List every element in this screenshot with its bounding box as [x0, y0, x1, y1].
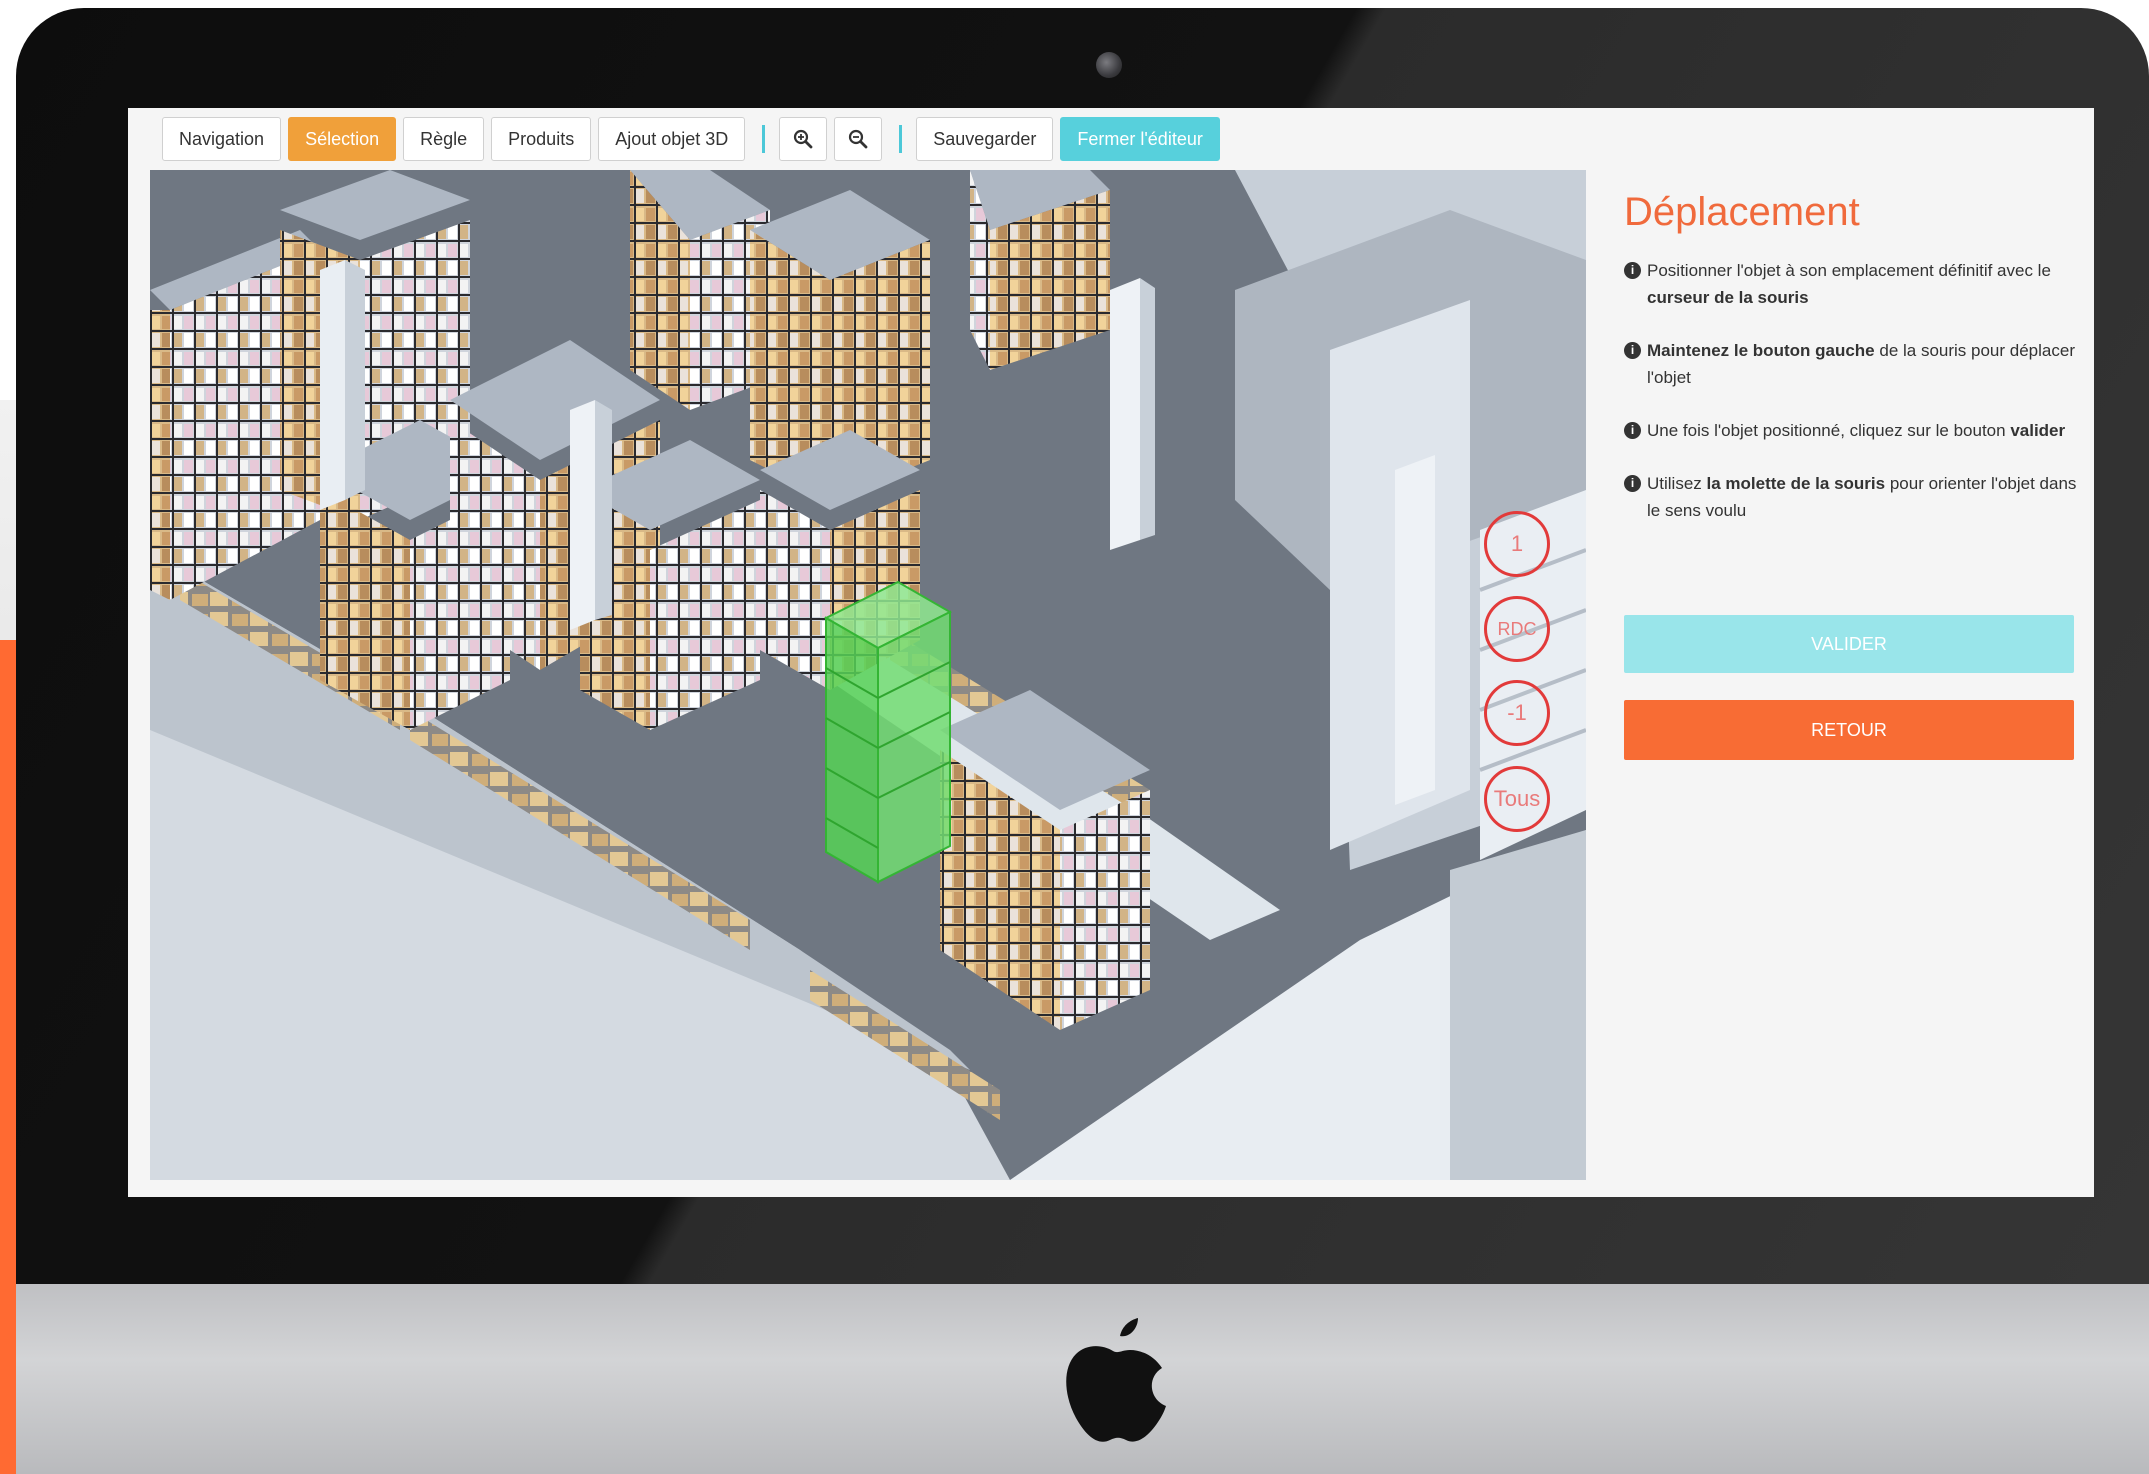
info-icon: i	[1624, 422, 1641, 439]
add-3d-object-button[interactable]: Ajout objet 3D	[598, 117, 746, 161]
zoom-in-button[interactable]	[779, 117, 828, 161]
tip-emphasis: la molette de la souris	[1706, 474, 1886, 493]
tip-item: i Maintenez le bouton gauche de la souri…	[1624, 337, 2084, 391]
tab-regle[interactable]: Règle	[403, 117, 485, 161]
panel-title: Déplacement	[1624, 190, 1860, 234]
level-button-minus-1[interactable]: -1	[1484, 680, 1550, 746]
instructions-panel: Déplacement i Positionner l'objet à son …	[1624, 190, 2084, 550]
tab-selection[interactable]: Sélection	[288, 117, 397, 161]
level-button-tous[interactable]: Tous	[1484, 766, 1550, 832]
tip-emphasis: valider	[2010, 421, 2066, 440]
imac-monitor: Navigation Sélection Règle Produits Ajou…	[16, 8, 2149, 1474]
toolbar-divider	[762, 125, 766, 153]
level-button-rdc[interactable]: RDC	[1484, 596, 1550, 662]
tab-produits[interactable]: Produits	[491, 117, 592, 161]
tip-text: Positionner l'objet à son emplacement dé…	[1647, 261, 2051, 280]
zoom-out-button[interactable]	[834, 117, 883, 161]
tab-navigation[interactable]: Navigation	[162, 117, 282, 161]
info-icon: i	[1624, 262, 1641, 279]
editor-toolbar: Navigation Sélection Règle Produits Ajou…	[162, 116, 1227, 162]
warehouse-3d-viewport[interactable]	[150, 170, 1586, 1180]
camera-icon	[1096, 52, 1122, 78]
info-icon: i	[1624, 342, 1641, 359]
tip-text: Une fois l'objet positionné, cliquez sur…	[1647, 421, 2006, 440]
editor-screen: Navigation Sélection Règle Produits Ajou…	[128, 108, 2094, 1197]
tip-item: i Positionner l'objet à son emplacement …	[1624, 257, 2084, 311]
save-button[interactable]: Sauvegarder	[916, 117, 1054, 161]
tip-item: i Une fois l'objet positionné, cliquez s…	[1624, 417, 2084, 444]
toolbar-divider	[899, 125, 903, 153]
zoom-out-icon	[849, 129, 868, 149]
info-icon: i	[1624, 475, 1641, 492]
tip-emphasis: curseur de la souris	[1647, 288, 1809, 307]
apple-logo-icon	[1066, 1318, 1166, 1442]
tip-item: i Utilisez la molette de la souris pour …	[1624, 470, 2084, 524]
zoom-in-icon	[794, 129, 813, 149]
level-button-1[interactable]: 1	[1484, 511, 1550, 577]
close-editor-button[interactable]: Fermer l'éditeur	[1060, 117, 1220, 161]
back-button[interactable]: RETOUR	[1624, 700, 2074, 760]
validate-button[interactable]: VALIDER	[1624, 615, 2074, 673]
selected-3d-object[interactable]	[823, 580, 953, 884]
tip-emphasis: Maintenez le bouton gauche	[1647, 341, 1875, 360]
tip-text: Utilisez	[1647, 474, 1702, 493]
